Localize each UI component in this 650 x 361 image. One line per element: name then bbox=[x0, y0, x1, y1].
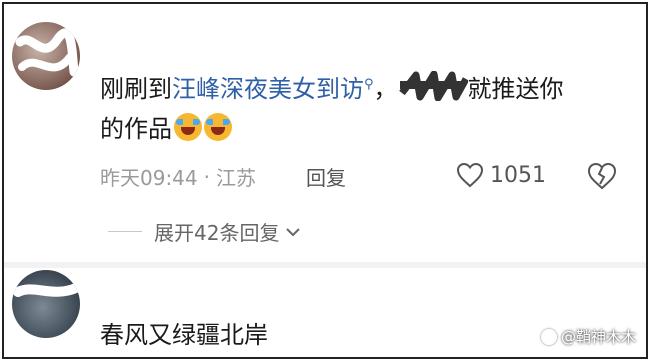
comment-line2-text: 的作品 bbox=[100, 115, 172, 143]
avatar[interactable] bbox=[12, 22, 80, 90]
chevron-down-icon bbox=[286, 227, 301, 236]
reply-button[interactable]: 回复 bbox=[306, 162, 346, 191]
dislike-button[interactable] bbox=[587, 162, 617, 194]
watermark-text: @鞘神木木 bbox=[560, 328, 636, 346]
like-count: 1051 bbox=[490, 162, 546, 188]
expand-replies-button[interactable]: 展开42条回复 bbox=[108, 217, 301, 246]
redaction-scribble-icon bbox=[15, 28, 79, 77]
comma: ， bbox=[373, 75, 398, 103]
comment-time: 昨天09:44 bbox=[100, 166, 198, 190]
like-button[interactable]: 1051 bbox=[456, 162, 546, 188]
comment-location: 江苏 bbox=[216, 166, 256, 190]
comment-body-line1: 刚刷到汪峰深夜美女到访⚲， 就推送你 bbox=[100, 66, 564, 108]
redaction-scribble-icon bbox=[13, 283, 80, 297]
comment-body-line2: 的作品 bbox=[100, 110, 232, 148]
comment-suffix: 就推送你 bbox=[467, 75, 564, 103]
crying-laughing-emoji-icon bbox=[174, 113, 202, 141]
section-divider bbox=[4, 262, 646, 268]
search-icon[interactable]: ⚲ bbox=[364, 77, 374, 92]
comment-section: 刚刷到汪峰深夜美女到访⚲， 就推送你 的作品 昨天09:44 · 江苏 回复 1… bbox=[2, 2, 648, 359]
watermark: @鞘神木木 bbox=[540, 326, 636, 347]
comment-prefix: 刚刷到 bbox=[100, 75, 172, 103]
search-link[interactable]: 汪峰深夜美女到访 bbox=[172, 75, 364, 103]
expand-divider bbox=[108, 231, 142, 232]
heart-icon bbox=[456, 162, 484, 188]
crying-laughing-emoji-icon bbox=[204, 113, 232, 141]
avatar[interactable] bbox=[12, 270, 80, 338]
redaction-scribble-icon bbox=[398, 71, 468, 101]
broken-heart-icon bbox=[587, 162, 617, 190]
separator-dot: · bbox=[203, 164, 210, 189]
comment-meta: 昨天09:44 · 江苏 bbox=[100, 162, 256, 191]
expand-replies-label: 展开42条回复 bbox=[154, 221, 280, 245]
comment-body: 春风又绿疆北岸 bbox=[100, 321, 268, 349]
watermark-logo-icon bbox=[540, 328, 557, 345]
